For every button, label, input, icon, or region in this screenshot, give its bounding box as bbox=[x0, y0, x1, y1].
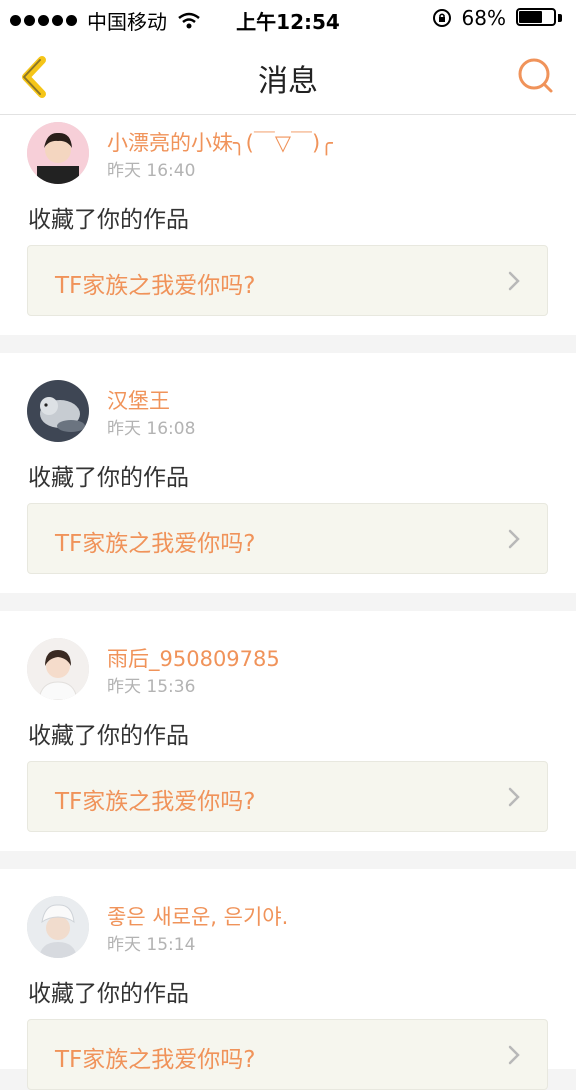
action-text: 收藏了你的作品 bbox=[28, 465, 189, 491]
message-time: 昨天 15:14 bbox=[107, 935, 196, 955]
username[interactable]: 좋은 새로운, 은기야. bbox=[107, 901, 288, 931]
action-text: 收藏了你的作品 bbox=[28, 981, 189, 1007]
message-time: 昨天 16:40 bbox=[107, 161, 196, 181]
action-text: 收藏了你的作品 bbox=[28, 723, 189, 749]
search-icon[interactable] bbox=[516, 56, 556, 96]
action-text: 收藏了你的作品 bbox=[28, 207, 189, 233]
status-bar: 中国移动 上午12:54 68% bbox=[0, 0, 576, 38]
work-link[interactable]: TF家族之我爱你吗? bbox=[27, 761, 548, 832]
battery-percent: 68% bbox=[461, 6, 506, 30]
message-time: 昨天 16:08 bbox=[107, 419, 196, 439]
avatar[interactable] bbox=[27, 638, 89, 700]
message-list: 小漂亮的小妹╮(￣▽￣)╭ 昨天 16:40 收藏了你的作品 TF家族之我爱你吗… bbox=[0, 115, 576, 1090]
chevron-right-icon bbox=[508, 271, 520, 291]
rotation-lock-icon bbox=[432, 9, 451, 27]
work-title: TF家族之我爱你吗? bbox=[55, 273, 256, 299]
username[interactable]: 汉堡王 bbox=[107, 385, 170, 415]
work-title: TF家族之我爱你吗? bbox=[55, 789, 256, 815]
work-link[interactable]: TF家族之我爱你吗? bbox=[27, 245, 548, 316]
avatar[interactable] bbox=[27, 122, 89, 184]
work-link[interactable]: TF家族之我爱你吗? bbox=[27, 1019, 548, 1090]
message-card: 좋은 새로운, 은기야. 昨天 15:14 收藏了你的作品 TF家族之我爱你吗? bbox=[0, 869, 576, 1090]
work-title: TF家族之我爱你吗? bbox=[55, 531, 256, 557]
navigation-bar: 消息 bbox=[0, 38, 576, 115]
chevron-right-icon bbox=[508, 1045, 520, 1065]
chevron-right-icon bbox=[508, 529, 520, 549]
message-card: 汉堡王 昨天 16:08 收藏了你的作品 TF家族之我爱你吗? bbox=[0, 353, 576, 593]
avatar[interactable] bbox=[27, 380, 89, 442]
message-card: 雨后_950809785 昨天 15:36 收藏了你的作品 TF家族之我爱你吗? bbox=[0, 611, 576, 851]
message-card: 小漂亮的小妹╮(￣▽￣)╭ 昨天 16:40 收藏了你的作品 TF家族之我爱你吗… bbox=[0, 115, 576, 335]
work-link[interactable]: TF家族之我爱你吗? bbox=[27, 503, 548, 574]
message-time: 昨天 15:36 bbox=[107, 677, 196, 697]
battery-icon bbox=[516, 8, 562, 28]
avatar[interactable] bbox=[27, 896, 89, 958]
page-title: 消息 bbox=[258, 64, 318, 99]
username[interactable]: 雨后_950809785 bbox=[107, 643, 280, 673]
work-title: TF家族之我爱你吗? bbox=[55, 1047, 256, 1073]
username[interactable]: 小漂亮的小妹╮(￣▽￣)╭ bbox=[107, 127, 333, 157]
chevron-right-icon bbox=[508, 787, 520, 807]
